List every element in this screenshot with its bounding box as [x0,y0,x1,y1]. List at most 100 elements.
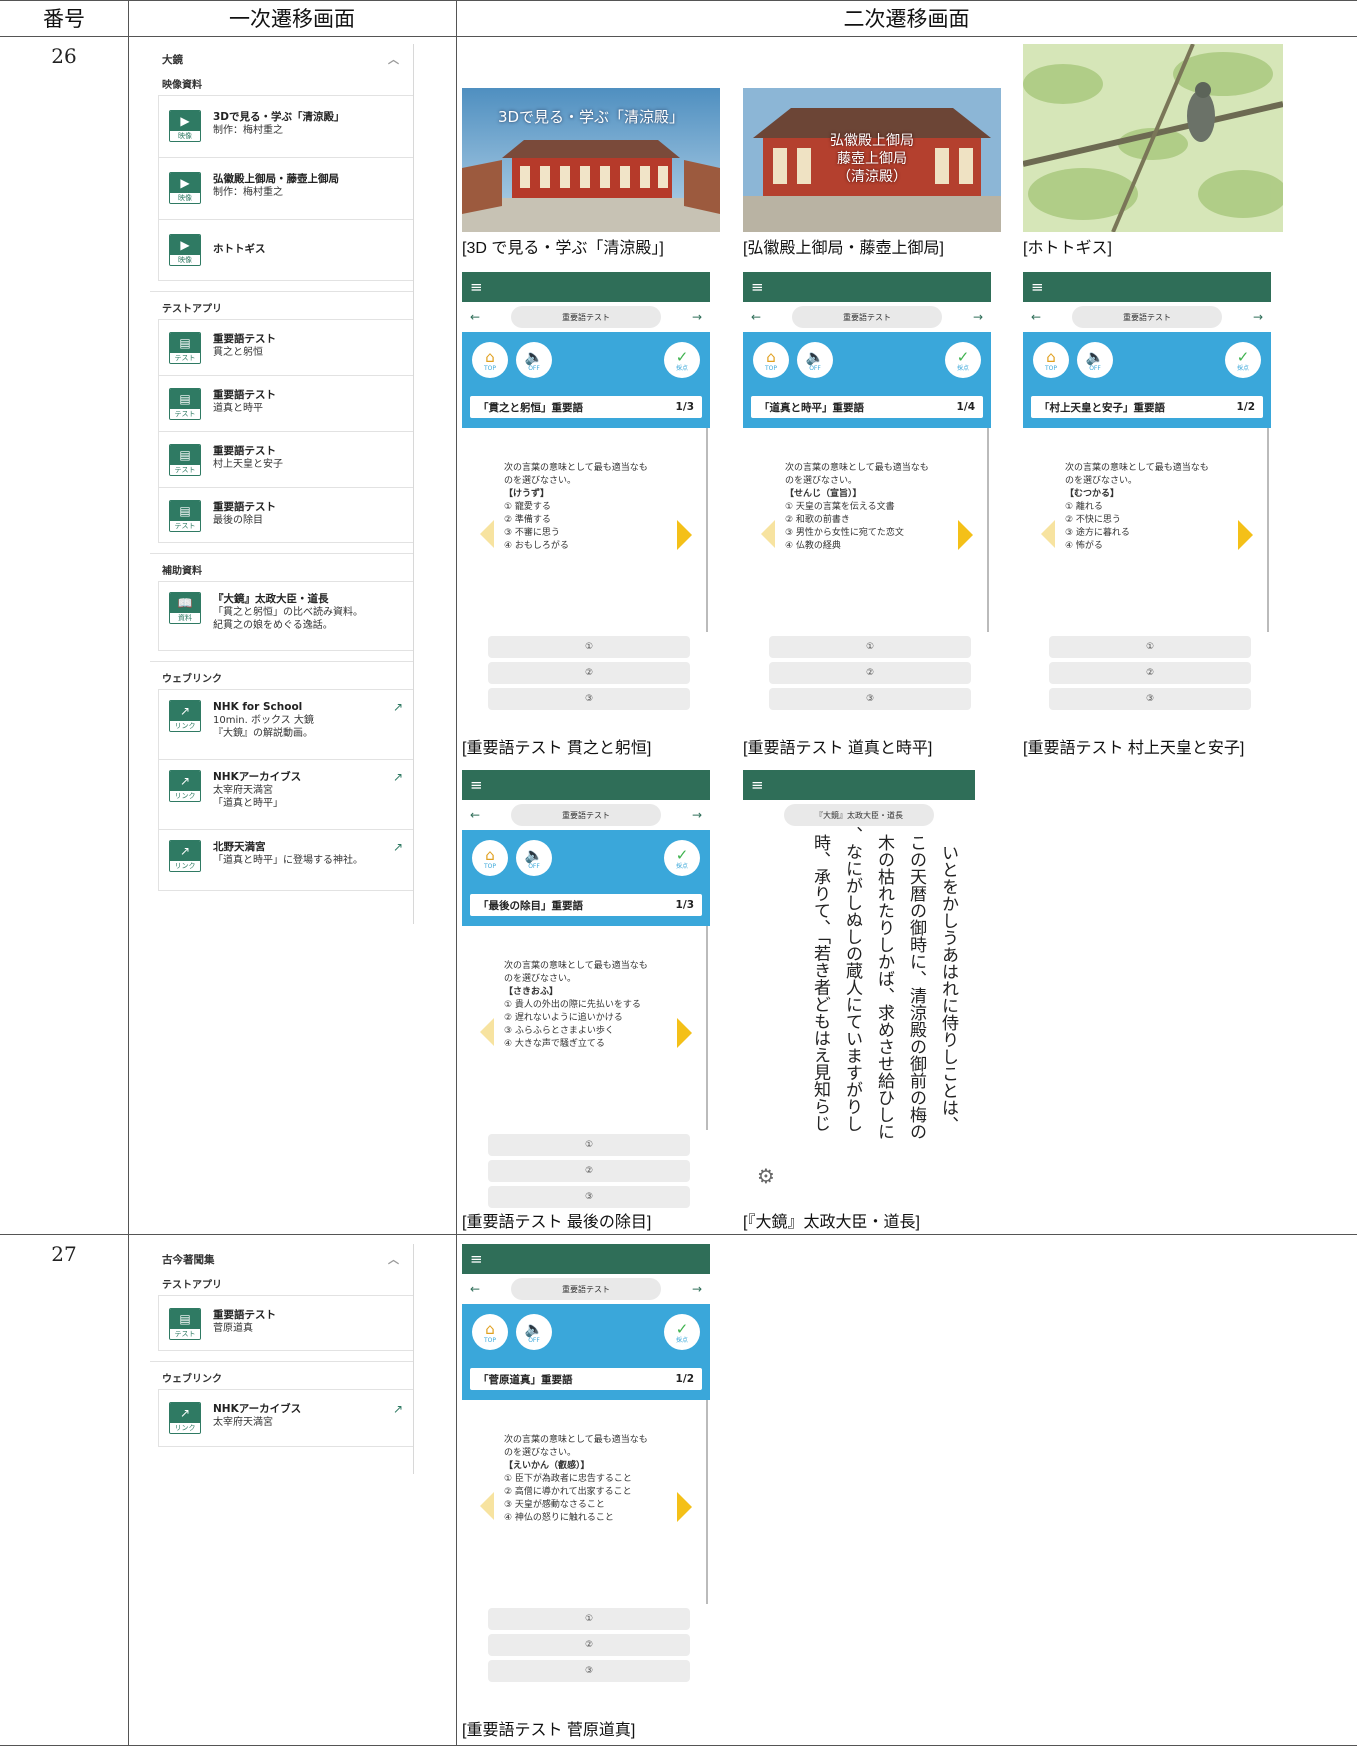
list-item-link[interactable]: ↗ リンク 北野天満宮 「道真と時平」に登場する神社。 ↗ [158,829,413,891]
answer-option-2[interactable]: ② [488,1634,690,1656]
list-item-material[interactable]: 📖 資料 『大鏡』太政大臣・道長 「貫之と躬恒」の比べ読み資料。 紀貫之の娘をめぐる逸… [158,581,413,651]
grade-button[interactable]: ✓ 採点 [1225,342,1261,378]
primary-panel-okagami: 大鏡 ︿ 映像資料 ▶ 映像 3Dで見る・学ぶ「清涼殿」 制作：梅村重之 ▶ 映像 弘… [150,44,414,924]
answer-option-2[interactable]: ② [488,662,690,684]
home-button[interactable]: ⌂ TOP [472,1314,508,1350]
home-button[interactable]: ⌂ TOP [472,342,508,378]
list-item-video[interactable]: ▶ 映像 ホトトギス [158,219,413,281]
item-title: 重要語テスト [213,389,276,401]
menu-icon[interactable]: ≡ [751,278,764,296]
quiz-screen: ≡ ← 重要語テスト → ⌂ TOP 🔈 OFF ✓ 採点 「貫之と躬恒」重要語 1/3 次の言葉の意味… [462,272,710,732]
sound-button[interactable]: 🔈 OFF [797,342,833,378]
panel-header[interactable]: 古今著聞集 ︿ [150,1244,413,1274]
home-button[interactable]: ⌂ TOP [1033,342,1069,378]
menu-icon[interactable]: ≡ [470,278,483,296]
answer-option-2[interactable]: ② [488,1160,690,1182]
caption: [3D で見る・学ぶ「清涼殿」] [462,240,664,257]
arrow-left-icon[interactable]: ← [470,1282,480,1296]
menu-icon[interactable]: ≡ [751,776,764,794]
answer-option-1[interactable]: ① [769,636,971,658]
prev-question-icon[interactable] [480,520,494,548]
home-button[interactable]: ⌂ TOP [753,342,789,378]
next-question-icon[interactable] [677,1018,692,1048]
panel-title: 古今著聞集 [162,1253,215,1266]
external-link-icon[interactable]: ↗ [393,700,403,714]
arrow-left-icon[interactable]: ← [1031,310,1041,324]
prev-question-icon[interactable] [1041,520,1055,548]
external-link-icon[interactable]: ↗ [393,770,403,784]
answer-option-3[interactable]: ③ [488,688,690,710]
hototogisu-photo[interactable] [1023,44,1283,232]
item-subtitle: 「貫之と躬恒」の比べ読み資料。 [213,607,363,618]
answer-option-3[interactable]: ③ [1049,688,1251,710]
next-question-icon[interactable] [958,520,973,550]
list-item-test[interactable]: ▤ テスト 重要語テスト 貫之と躬恒 [158,319,413,375]
answer-option-3[interactable]: ③ [488,1660,690,1682]
list-item-test[interactable]: ▤ テスト 重要語テスト 村上天皇と安子 [158,431,413,487]
list-item-test[interactable]: ▤ テスト 重要語テスト 菅原道真 [158,1295,413,1351]
quiz-header: ≡ [462,770,710,800]
answer-option-1[interactable]: ① [1049,636,1251,658]
menu-icon[interactable]: ≡ [470,776,483,794]
sound-button[interactable]: 🔈 OFF [516,342,552,378]
answer-option-3[interactable]: ③ [488,1186,690,1208]
answer-option-1[interactable]: ① [488,1134,690,1156]
panel-header[interactable]: 大鏡 ︿ [150,44,413,74]
quiz-toolbar: ⌂ TOP 🔈 OFF ✓ 採点 「貫之と躬恒」重要語 1/3 [462,332,710,428]
chevron-up-icon[interactable]: ︿ [388,1251,399,1267]
test-icon: ▤ テスト [169,388,201,420]
home-button[interactable]: ⌂ TOP [472,840,508,876]
grade-button[interactable]: ✓ 採点 [664,1314,700,1350]
answer-option-3[interactable]: ③ [769,688,971,710]
list-item-link[interactable]: ↗ リンク NHKアーカイブス 太宰府天満宮 ↗ [158,1389,413,1447]
seiryoden-3d-thumbnail[interactable]: 3Dで見る・学ぶ「清涼殿」 [462,88,720,232]
menu-icon[interactable]: ≡ [470,1250,483,1268]
external-link-icon[interactable]: ↗ [393,1402,403,1416]
list-item-link[interactable]: ↗ リンク NHKアーカイブス 太宰府天満宮 「道真と時平」 ↗ [158,759,413,829]
sound-button[interactable]: 🔈 OFF [1077,342,1113,378]
next-question-icon[interactable] [677,1492,692,1522]
list-item-test[interactable]: ▤ テスト 重要語テスト 道真と時平 [158,375,413,431]
next-question-icon[interactable] [1238,520,1253,550]
arrow-right-icon[interactable]: → [692,310,702,324]
prev-question-icon[interactable] [761,520,775,548]
arrow-left-icon[interactable]: ← [751,310,761,324]
list-item-video[interactable]: ▶ 映像 弘徽殿上御局・藤壺上御局 制作：梅村重之 [158,157,413,219]
link-icon: ↗ リンク [169,700,201,732]
arrow-right-icon[interactable]: → [692,1282,702,1296]
sound-button[interactable]: 🔈 OFF [516,1314,552,1350]
answer-option-1[interactable]: ① [488,636,690,658]
arrow-right-icon[interactable]: → [973,310,983,324]
arrow-left-icon[interactable]: ← [470,808,480,822]
section-weblink: ウェブリンク [150,661,413,689]
caption: [重要語テスト 貫之と躬恒] [462,740,652,757]
list-item-video[interactable]: ▶ 映像 3Dで見る・学ぶ「清涼殿」 制作：梅村重之 [158,95,413,157]
check-icon: ✓ [675,1320,689,1338]
grid-line [456,0,457,1746]
arrow-right-icon[interactable]: → [1253,310,1263,324]
list-item-test[interactable]: ▤ テスト 重要語テスト 最後の除目 [158,487,413,543]
grade-button[interactable]: ✓ 採点 [664,840,700,876]
grade-button[interactable]: ✓ 採点 [945,342,981,378]
link-icon: ↗ リンク [169,1402,201,1434]
prev-question-icon[interactable] [480,1492,494,1520]
list-item-link[interactable]: ↗ リンク NHK for School 10min. ボックス 大鏡 『大鏡』の解説… [158,689,413,759]
external-link-icon[interactable]: ↗ [393,840,403,854]
next-question-icon[interactable] [677,520,692,550]
answer-option-2[interactable]: ② [769,662,971,684]
quiz-nav: ← 重要語テスト → [462,1274,710,1304]
quiz-toolbar: ⌂ TOP 🔈 OFF ✓ 採点 「菅原道真」重要語 1/2 [462,1304,710,1400]
header-primary: 一次遷移画面 [229,7,355,31]
gear-icon[interactable]: ⚙ [757,1164,775,1188]
arrow-left-icon[interactable]: ← [470,310,480,324]
tsubone-thumbnail[interactable]: 弘徽殿上御局 藤壺上御局 （清涼殿） [743,88,1001,232]
answer-option-1[interactable]: ① [488,1608,690,1630]
chevron-up-icon[interactable]: ︿ [388,51,399,67]
grade-button[interactable]: ✓ 採点 [664,342,700,378]
question-area: 次の言葉の意味として最も適当なも のを選びなさい。 【むつかる】 ① 離れる ② 不快に… [1023,428,1269,632]
arrow-right-icon[interactable]: → [692,808,702,822]
menu-icon[interactable]: ≡ [1031,278,1044,296]
answer-option-2[interactable]: ② [1049,662,1251,684]
sound-button[interactable]: 🔈 OFF [516,840,552,876]
prev-question-icon[interactable] [480,1018,494,1046]
